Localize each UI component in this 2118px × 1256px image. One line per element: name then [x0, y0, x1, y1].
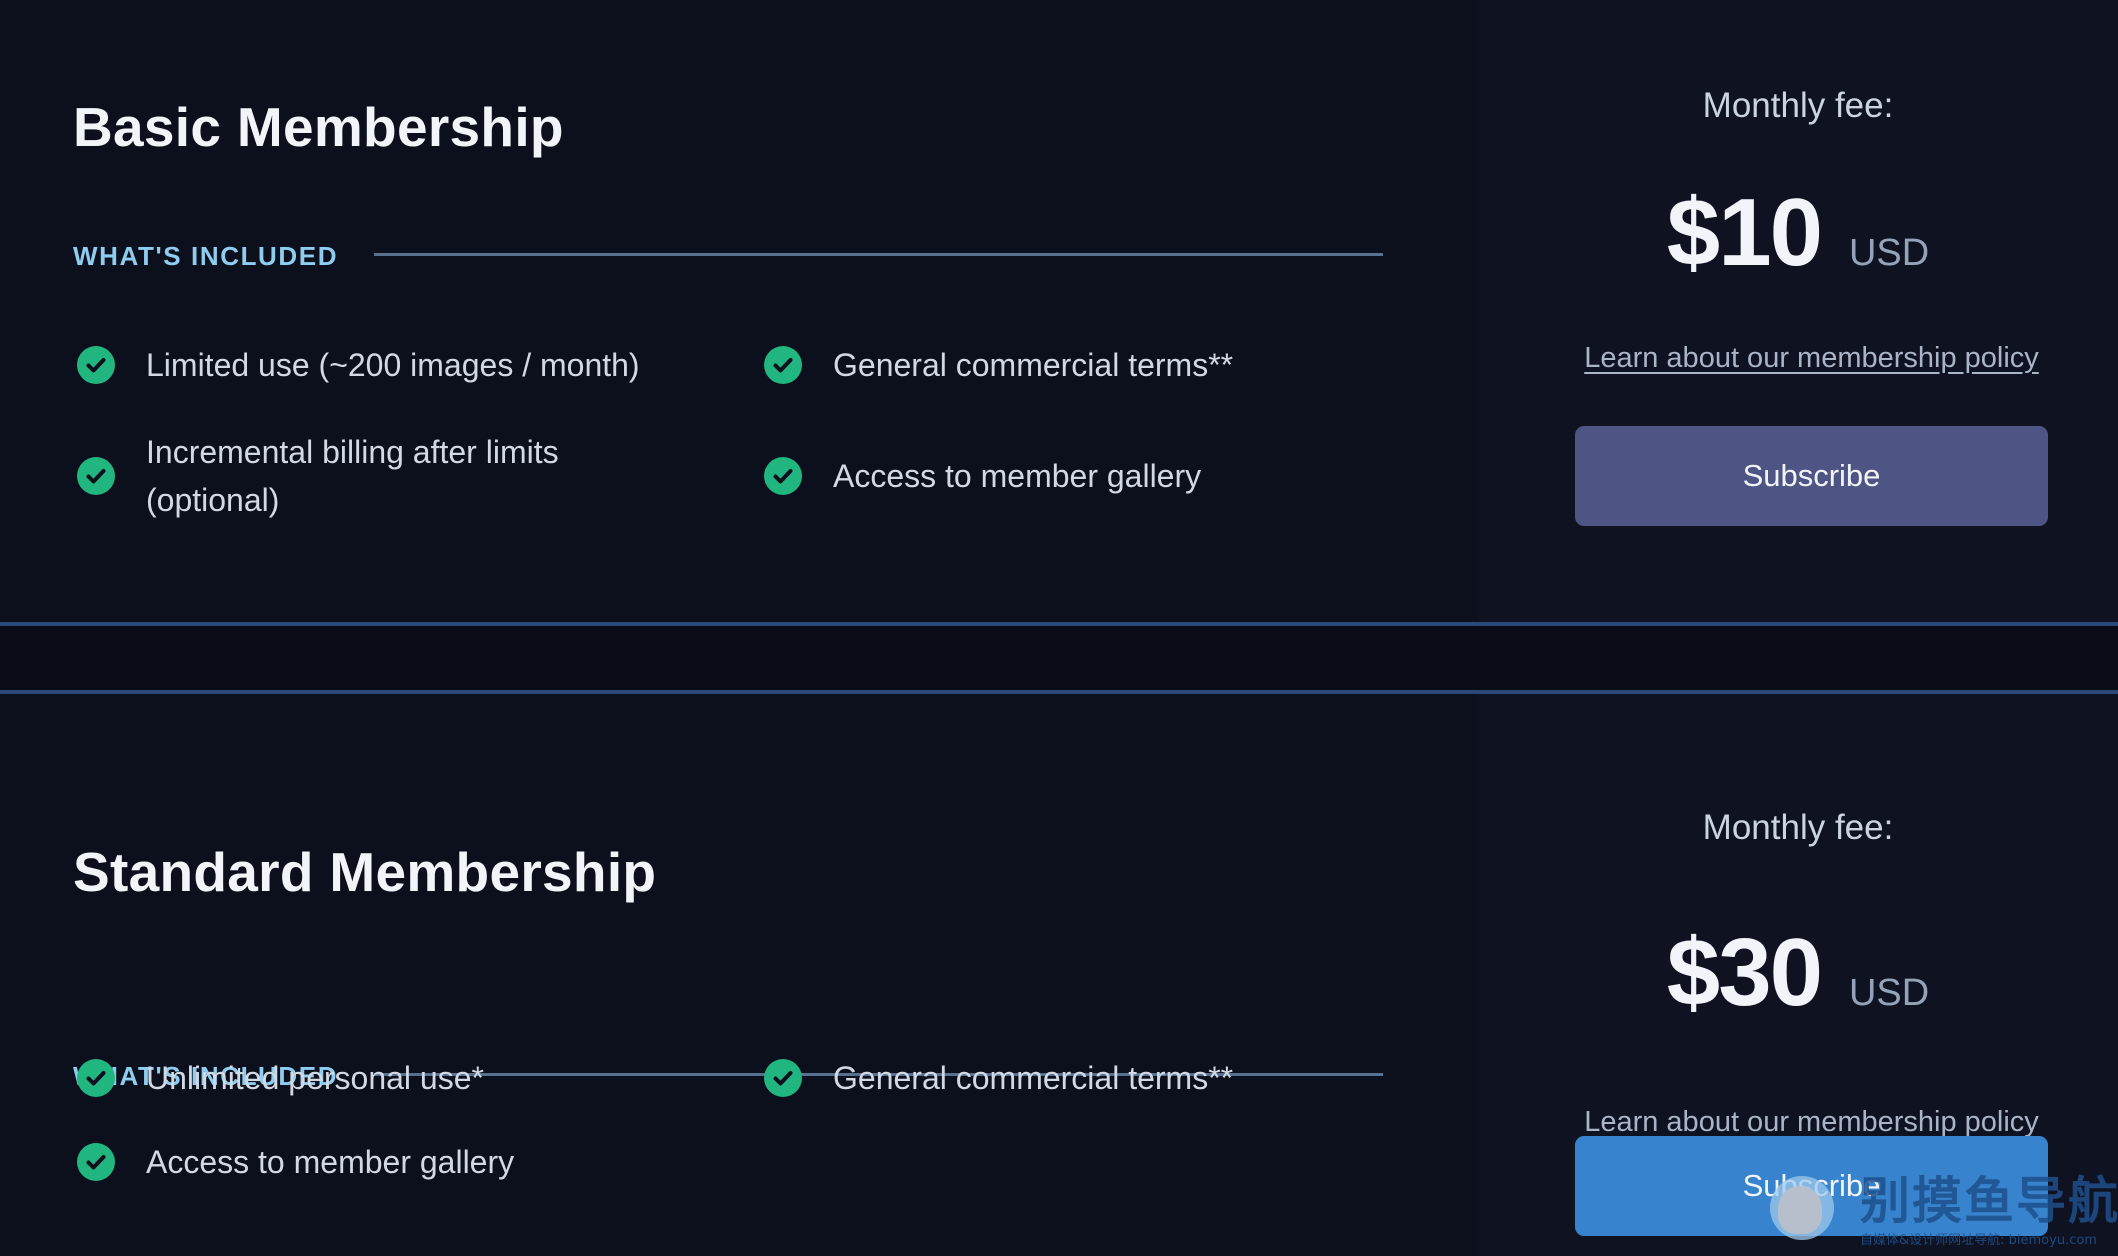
check-circle-icon: [77, 457, 115, 495]
subscribe-button[interactable]: Subscribe: [1575, 426, 2048, 526]
plan-title: Basic Membership: [73, 96, 564, 158]
feature-item: Limited use (~200 images / month): [77, 341, 640, 389]
check-circle-icon: [77, 346, 115, 384]
feature-item: Unlimited personal use*: [77, 1054, 484, 1102]
feature-text: Access to member gallery: [833, 458, 1202, 494]
membership-policy-link[interactable]: Learn about our membership policy: [1575, 1108, 2048, 1137]
price-display: $30 USD: [1478, 925, 2118, 1021]
section-gap: [0, 626, 2118, 690]
whats-included-label: WHAT'S INCLUDED: [73, 241, 339, 271]
feature-text: Unlimited personal use*: [146, 1060, 484, 1096]
plan-basic: Basic Membership WHAT'S INCLUDED Limited…: [0, 0, 2118, 622]
plan-standard: Standard Membership WHAT'S INCLUDED Unli…: [0, 694, 2118, 1256]
feature-item: General commercial terms**: [764, 1054, 1233, 1102]
monthly-fee-label: Monthly fee:: [1702, 86, 1894, 125]
feature-item: General commercial terms**: [764, 341, 1233, 389]
check-circle-icon: [764, 457, 802, 495]
price-amount: $10: [1666, 179, 1823, 286]
check-circle-icon: [764, 1059, 802, 1097]
section-rule: [374, 253, 1383, 256]
price-currency: USD: [1848, 232, 1930, 274]
price-currency: USD: [1848, 972, 1930, 1014]
plan-title: Standard Membership: [73, 841, 657, 903]
feature-text: General commercial terms**: [833, 1060, 1234, 1096]
monthly-fee-label: Monthly fee:: [1702, 808, 1894, 847]
feature-item: Incremental billing after limits (option…: [77, 428, 717, 524]
feature-item: Access to member gallery: [77, 1138, 514, 1186]
subscribe-button[interactable]: Subscribe: [1575, 1136, 2048, 1236]
feature-text: Access to member gallery: [146, 1144, 515, 1180]
feature-text: Incremental billing after limits (option…: [146, 434, 559, 518]
membership-policy-link[interactable]: Learn about our membership policy: [1575, 344, 2048, 373]
price-display: $10 USD: [1478, 185, 2118, 281]
check-circle-icon: [77, 1059, 115, 1097]
feature-item: Access to member gallery: [764, 452, 1201, 500]
feature-text: General commercial terms**: [833, 347, 1234, 383]
check-circle-icon: [77, 1143, 115, 1181]
feature-text: Limited use (~200 images / month): [146, 347, 640, 383]
check-circle-icon: [764, 346, 802, 384]
price-amount: $30: [1666, 919, 1823, 1026]
